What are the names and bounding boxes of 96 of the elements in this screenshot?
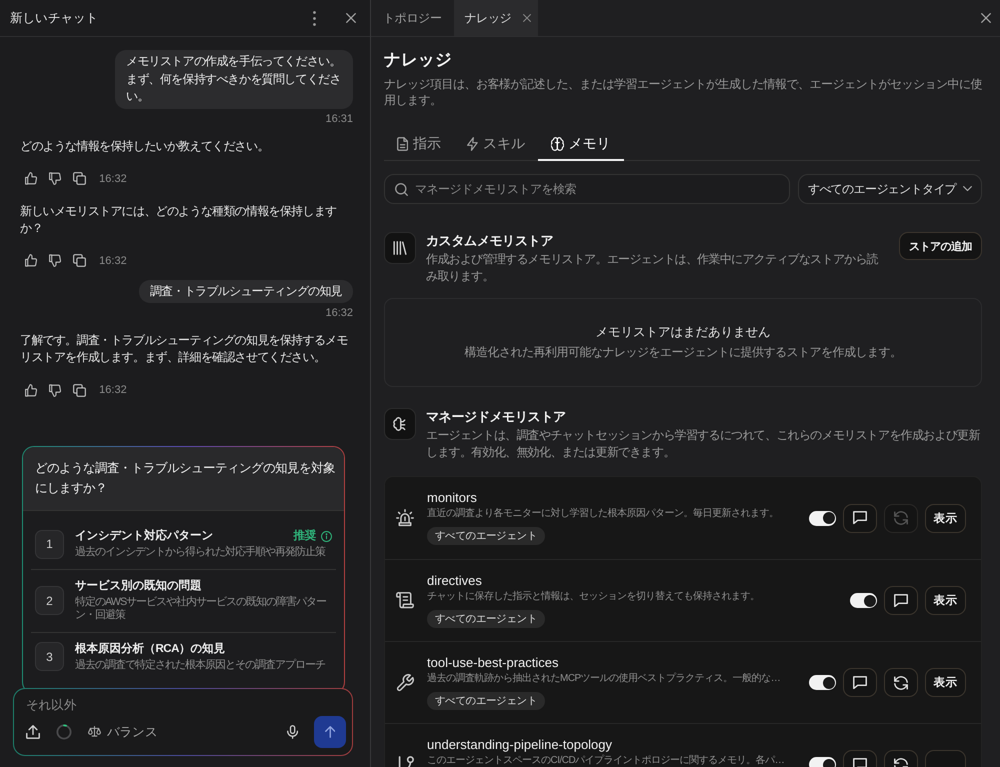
option-number: 1 [35, 530, 64, 559]
section-tab[interactable]: スキル [454, 128, 538, 161]
user-message: 調査・トラブルシューティングの知見 [138, 280, 353, 303]
chat-button[interactable] [843, 504, 877, 532]
view-button[interactable]: 表示 [925, 504, 966, 532]
enable-toggle[interactable] [850, 593, 877, 608]
assistant-message: 了解です。調査・トラブルシューティングの知見を保持するメモリストアを作成します。まず、詳細を確認させてください。 [20, 332, 349, 366]
scope-tag: すべてのエージェント [427, 692, 546, 710]
search-icon [395, 182, 408, 196]
option-title[interactable]: 根本原因分析（RCA）の知見 [75, 642, 332, 656]
panel-tab[interactable]: トポロジー [371, 0, 454, 36]
option-description: 過去の調査で特定された根本原因とその調査アプローチ [75, 658, 326, 672]
view-button[interactable]: 表示 [925, 586, 966, 615]
chevron-down-icon [963, 186, 972, 192]
info-icon [321, 530, 332, 542]
option-number: 3 [35, 642, 64, 672]
store-description: このエージェントスペースのCI/CDパイプライントポロジーに関するメモリ。各パ… [427, 754, 786, 767]
section-tab[interactable]: メモリ [538, 128, 624, 161]
brain-icon [384, 408, 416, 440]
copy-icon[interactable] [73, 254, 86, 267]
send-button[interactable] [314, 716, 346, 748]
microphone-icon[interactable] [286, 725, 298, 739]
more-options-icon[interactable] [313, 10, 316, 26]
section-tab[interactable]: 指示 [384, 128, 454, 161]
wrench-icon [396, 674, 414, 692]
option-number: 2 [35, 586, 64, 615]
scope-tag: すべてのエージェント [427, 610, 546, 628]
message-time: 16:32 [99, 383, 127, 397]
message-time: 16:32 [99, 172, 127, 186]
chat-bubble-icon [853, 511, 867, 525]
enable-toggle[interactable] [809, 510, 836, 526]
section-description: エージェントは、調査やチャットセッションから学習するにつれて、これらのメモリストアを作成および更新します。有効化、無効化、または更新できます。 [426, 427, 981, 461]
chat-button[interactable] [884, 586, 918, 615]
lightning-icon [467, 136, 478, 150]
store-description: チャットに保存した指示と情報は、セッションを切り替えても保持されます。 [427, 590, 760, 604]
thumbs-up-icon[interactable] [25, 384, 38, 396]
enable-toggle[interactable] [809, 675, 836, 690]
option-title[interactable]: インシデント対応パターン [75, 529, 288, 543]
store-name: monitors [427, 490, 478, 506]
panel-tab[interactable]: ナレッジ [454, 0, 538, 36]
refresh-icon [894, 511, 908, 525]
scope-tag: すべてのエージェント [427, 527, 546, 545]
question-text: どのような調査・トラブルシューティングの知見を対象にしますか？ [23, 447, 344, 511]
thumbs-down-icon[interactable] [49, 254, 62, 267]
assistant-message: どのような情報を保持したいか教えてください。 [20, 138, 270, 154]
empty-state-title: メモリストアはまだありません [596, 324, 770, 341]
option-description: 過去のインシデントから得られた対応手順や再発防止策 [75, 546, 326, 560]
page-description: ナレッジ項目は、お客様が記述した、または学習エージェントが生成した情報で、エージェントがセッション中に使用します。 [384, 76, 982, 108]
chat-bubble-icon [894, 594, 908, 608]
store-description: 過去の調査軌跡から抽出されたMCPツールの使用ベストプラクティス。一般的な… [427, 672, 782, 686]
option-description: 特定のAWSサービスや社内サービスの既知の障害パターン・回避策 [75, 596, 328, 622]
store-name: tool-use-best-practices [427, 655, 560, 671]
document-icon [397, 136, 408, 150]
chat-bubble-icon [853, 758, 867, 767]
agent-type-dropdown[interactable]: すべてのエージェントタイプ [798, 174, 982, 204]
refresh-button[interactable] [884, 668, 918, 697]
message-input[interactable]: それ以外 [26, 697, 346, 713]
thumbs-up-icon[interactable] [25, 172, 38, 185]
section-title: カスタムメモリストア [426, 232, 554, 250]
store-description: 直近の調査より各モニターに対し学習した根本原因パターン。毎日更新されます。 [427, 507, 780, 521]
thumbs-down-icon[interactable] [49, 384, 62, 396]
store-name: directives [427, 573, 483, 589]
arrow-up-icon [324, 726, 336, 738]
siren-icon [396, 509, 414, 527]
refresh-icon [894, 676, 908, 690]
scroll-icon [396, 592, 414, 609]
panel-title: 新しいチャット [10, 10, 98, 26]
books-icon [384, 232, 416, 264]
store-name: understanding-pipeline-topology [427, 737, 614, 753]
chat-button[interactable] [843, 668, 877, 697]
chat-bubble-icon [853, 676, 867, 690]
assistant-message: 新しいメモリストアには、どのような種類の情報を保持しますか？ [20, 202, 338, 236]
close-icon[interactable] [523, 14, 532, 22]
message-time: 16:31 [325, 112, 353, 126]
upload-icon[interactable] [26, 725, 40, 739]
view-button[interactable]: 表示 [925, 668, 966, 697]
mode-selector[interactable]: バランス [88, 724, 158, 740]
close-icon[interactable] [346, 13, 356, 23]
page-title: ナレッジ [384, 50, 453, 71]
close-icon[interactable] [981, 13, 991, 23]
section-title: マネージドメモリストア [426, 408, 567, 426]
section-description: 作成および管理するメモリストア。エージェントは、作業中にアクティブなストアから読み取ります。 [426, 251, 879, 285]
option-title[interactable]: サービス別の既知の問題 [75, 578, 332, 592]
user-message: メモリストアの作成を手伝ってください。まず、何を保持すべきかを質問してください。 [115, 50, 353, 108]
thumbs-up-icon[interactable] [25, 254, 38, 267]
empty-state-description: 構造化された再利用可能なナレッジをエージェントに提供するストアを作成します。 [464, 344, 902, 361]
copy-icon[interactable] [73, 172, 86, 185]
brain-icon [551, 136, 564, 150]
thumbs-down-icon[interactable] [49, 172, 62, 185]
copy-icon[interactable] [73, 384, 86, 396]
message-time: 16:32 [325, 306, 353, 320]
recommended-label: 推奨 [293, 529, 316, 543]
message-time: 16:32 [99, 254, 127, 268]
scale-icon [88, 726, 101, 738]
search-field[interactable]: マネージドメモリストアを検索 [384, 174, 790, 204]
add-store-button[interactable]: ストアの追加 [899, 232, 982, 260]
